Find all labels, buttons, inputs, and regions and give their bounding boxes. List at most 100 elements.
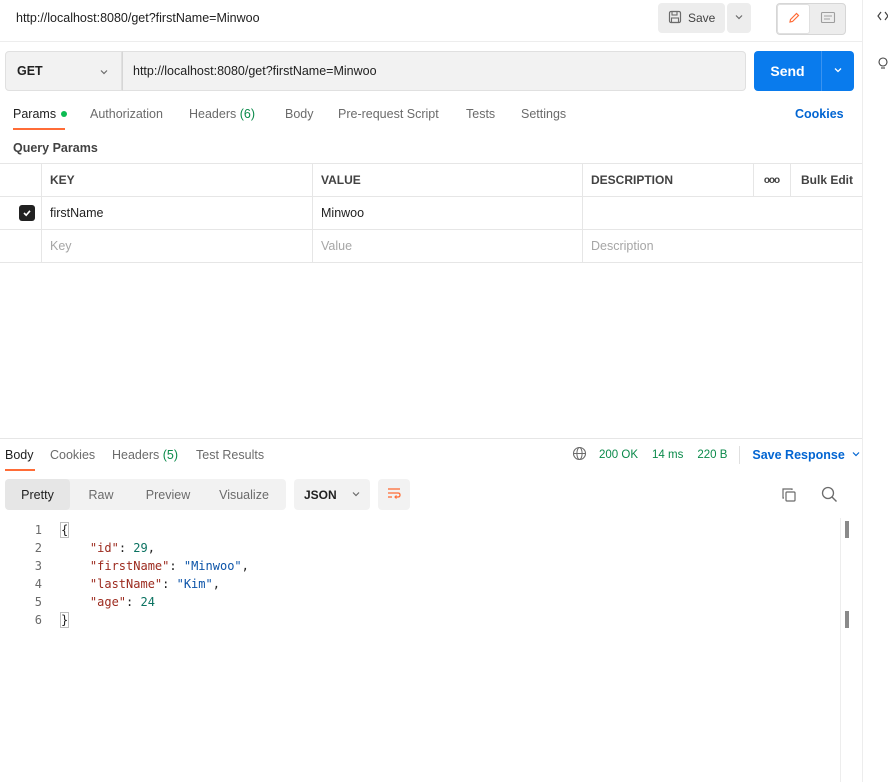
- param-value-field[interactable]: Minwoo: [312, 197, 364, 229]
- line-number: 1: [34, 523, 42, 537]
- code-line: "id": 29,: [89, 541, 155, 555]
- code-line: "lastName": "Kim",: [89, 577, 220, 591]
- json-key: "firstName": [89, 559, 170, 573]
- table-row-empty: Key Value Description: [0, 230, 862, 263]
- tab-body[interactable]: Body: [285, 107, 314, 121]
- response-status-bar: 200 OK 14 ms 220 B Save Response: [572, 446, 861, 464]
- copy-icon[interactable]: [781, 487, 797, 506]
- line-number: 6: [34, 613, 42, 627]
- close-brace: }: [59, 612, 70, 628]
- param-key-field[interactable]: firstName: [41, 197, 103, 229]
- response-tab-cookies[interactable]: Cookies: [50, 448, 95, 462]
- new-value-field[interactable]: Value: [312, 230, 352, 262]
- lightbulb-icon[interactable]: [877, 57, 888, 74]
- json-key: "id": [89, 541, 119, 555]
- divider: [739, 446, 741, 464]
- url-value: http://localhost:8080/get?firstName=Minw…: [133, 64, 377, 78]
- json-comma: ,: [147, 541, 155, 555]
- pencil-icon: [787, 11, 801, 28]
- view-visualize-button[interactable]: Visualize: [204, 479, 284, 510]
- view-preview-button[interactable]: Preview: [132, 479, 204, 510]
- save-button[interactable]: Save: [658, 3, 725, 33]
- active-tab-indicator: [13, 128, 65, 130]
- new-key-field[interactable]: Key: [41, 230, 72, 262]
- tab-headers-label: Headers: [189, 107, 237, 121]
- edit-mode-button[interactable]: [777, 4, 810, 34]
- json-value: 24: [140, 595, 155, 609]
- new-description-field[interactable]: Description: [582, 230, 654, 262]
- response-tab-body[interactable]: Body: [5, 448, 34, 462]
- param-checkbox[interactable]: [11, 197, 35, 229]
- query-params-title: Query Params: [13, 141, 98, 155]
- response-body-editor[interactable]: 1 { 2 "id": 29, 3 "firstName": "Minwoo",…: [0, 518, 862, 782]
- request-title[interactable]: http://localhost:8080/get?firstName=Minw…: [16, 11, 260, 25]
- tab-tests[interactable]: Tests: [466, 107, 495, 121]
- code-icon[interactable]: [877, 10, 888, 25]
- code-line: }: [59, 612, 70, 628]
- tab-pre-request-script[interactable]: Pre-request Script: [338, 107, 439, 121]
- key-column-header: KEY: [50, 173, 75, 187]
- line-number: 3: [34, 559, 42, 573]
- bulk-edit-button[interactable]: Bulk Edit: [792, 164, 853, 196]
- tab-authorization[interactable]: Authorization: [90, 107, 163, 121]
- tab-params[interactable]: Params: [13, 107, 68, 121]
- params-active-dot: [61, 110, 68, 117]
- more-options-icon[interactable]: ooo: [753, 164, 790, 196]
- response-tab-headers[interactable]: Headers (5): [112, 448, 178, 462]
- save-group: Save: [658, 3, 751, 33]
- mode-toggle: [776, 3, 846, 35]
- response-tab-test-results[interactable]: Test Results: [196, 448, 264, 462]
- json-value: 29: [133, 541, 148, 555]
- view-mode-group: Pretty Raw Preview Visualize: [5, 479, 286, 510]
- code-line: "firstName": "Minwoo",: [89, 559, 249, 573]
- scrollbar-marker[interactable]: [845, 611, 849, 628]
- save-response-label: Save Response: [752, 448, 845, 462]
- line-number: 2: [34, 541, 42, 555]
- param-description-field[interactable]: [582, 197, 862, 229]
- method-value: GET: [17, 64, 43, 78]
- response-time[interactable]: 14 ms: [652, 449, 683, 461]
- line-number: 5: [34, 595, 42, 609]
- json-comma: ,: [212, 577, 220, 591]
- view-raw-button[interactable]: Raw: [70, 479, 132, 510]
- method-select[interactable]: GET: [5, 51, 122, 91]
- send-button-group: Send: [754, 51, 854, 91]
- pane-divider[interactable]: [0, 438, 862, 439]
- chevron-down-icon: [351, 488, 361, 502]
- scrollbar-marker[interactable]: [845, 521, 849, 538]
- search-icon[interactable]: [821, 486, 838, 506]
- code-line: "age": 24: [89, 595, 155, 609]
- format-select[interactable]: JSON: [294, 479, 370, 510]
- tab-headers[interactable]: Headers (6): [189, 107, 255, 121]
- save-icon: [668, 10, 682, 27]
- url-input[interactable]: http://localhost:8080/get?firstName=Minw…: [122, 51, 746, 91]
- globe-icon[interactable]: [572, 446, 587, 464]
- json-key: "lastName": [89, 577, 163, 591]
- table-header-row: KEY VALUE DESCRIPTION ooo Bulk Edit: [0, 163, 862, 197]
- view-pretty-button[interactable]: Pretty: [5, 479, 70, 510]
- wrap-lines-button[interactable]: [378, 479, 410, 510]
- chevron-down-icon: [851, 448, 861, 462]
- send-options-button[interactable]: [821, 51, 854, 91]
- response-tab-headers-label: Headers: [112, 448, 160, 462]
- documentation-mode-button[interactable]: [810, 4, 845, 34]
- save-options-button[interactable]: [727, 3, 751, 33]
- save-response-button[interactable]: Save Response: [752, 448, 860, 462]
- response-size[interactable]: 220 B: [697, 449, 727, 461]
- comment-icon: [820, 11, 836, 28]
- json-value: "Kim": [176, 577, 213, 591]
- tab-headers-count: (6): [239, 107, 256, 121]
- chevron-down-icon: [833, 64, 843, 78]
- code-line: {: [59, 522, 70, 538]
- tab-settings[interactable]: Settings: [521, 107, 566, 121]
- wrap-lines-icon: [386, 486, 402, 503]
- format-value: JSON: [304, 487, 337, 502]
- send-button[interactable]: Send: [754, 51, 821, 91]
- chevron-down-icon: [734, 11, 744, 25]
- cookies-link[interactable]: Cookies: [795, 107, 844, 121]
- status-code[interactable]: 200 OK: [599, 449, 638, 461]
- editor-scrollbar-track[interactable]: [840, 518, 841, 782]
- json-comma: ,: [241, 559, 249, 573]
- checkmark-icon: [19, 205, 35, 221]
- line-number: 4: [34, 577, 42, 591]
